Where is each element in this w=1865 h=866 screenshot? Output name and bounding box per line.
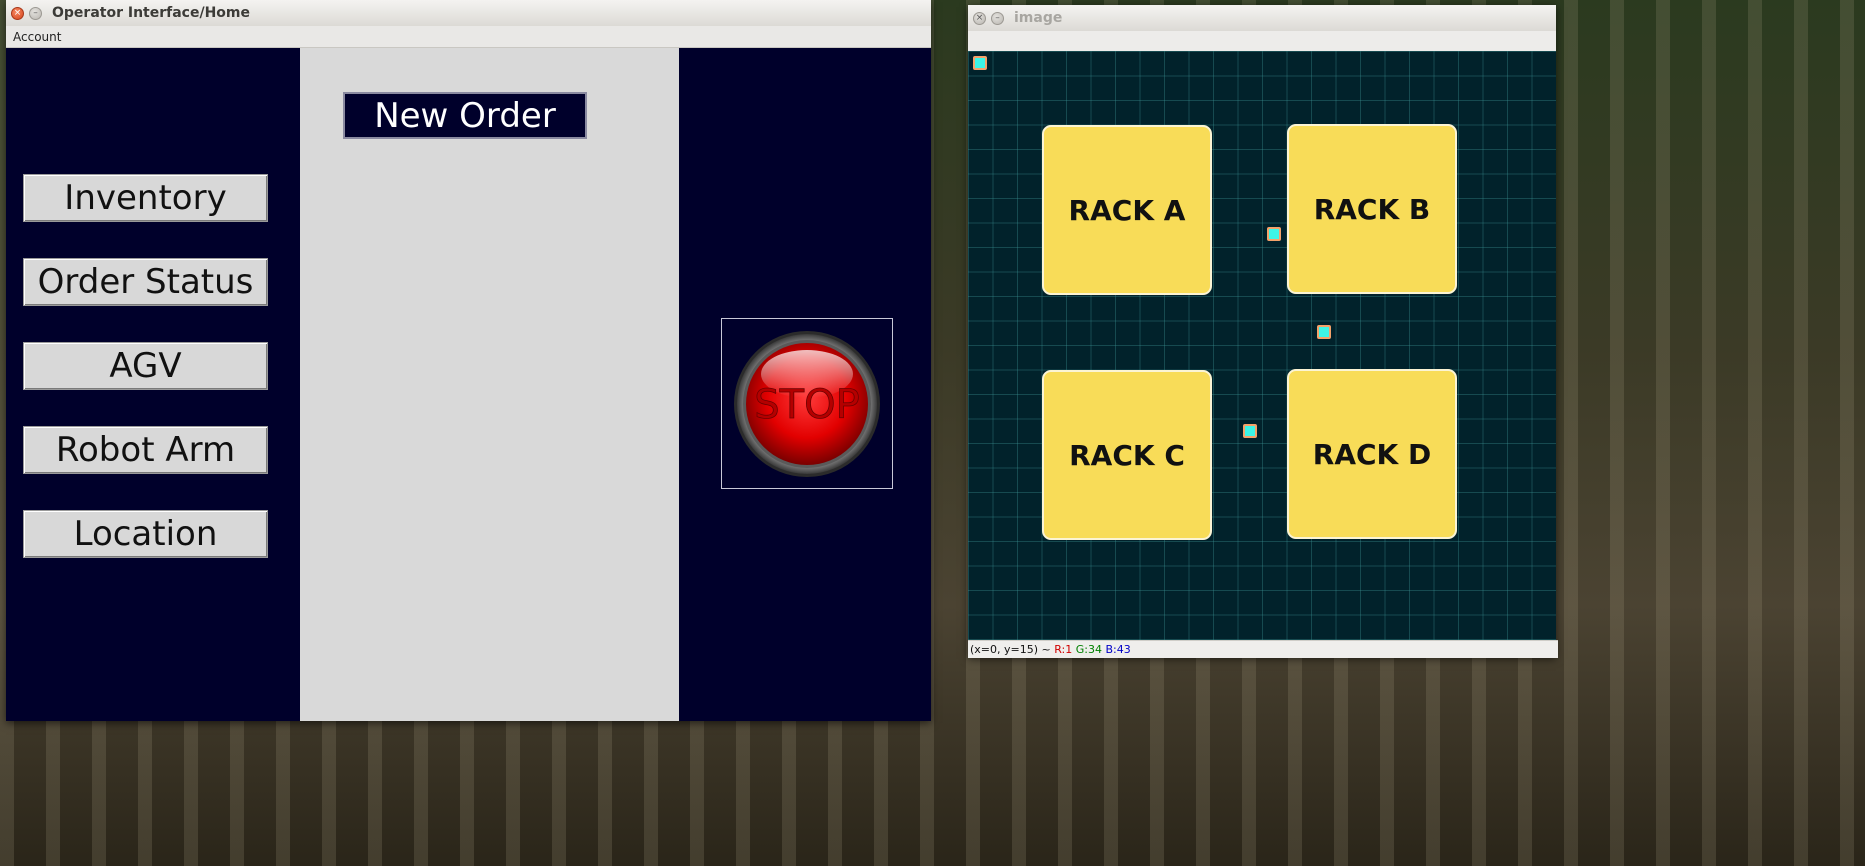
operator-window-titlebar[interactable]: × – Operator Interface/Home xyxy=(6,0,931,27)
menu-bar: Account xyxy=(6,26,931,48)
rack-a: RACK A xyxy=(1042,125,1212,295)
stop-button[interactable]: STOP xyxy=(721,318,893,489)
inventory-button[interactable]: Inventory xyxy=(23,174,268,222)
cursor-coords: (x=0, y=15) ~ xyxy=(970,643,1051,656)
operator-interface-window: × – Operator Interface/Home Account Inve… xyxy=(6,0,931,721)
warehouse-map-canvas[interactable]: RACK A RACK B RACK C RACK D xyxy=(968,51,1556,640)
red-value: R:1 xyxy=(1054,643,1073,656)
agv-marker xyxy=(1267,227,1281,241)
new-order-button[interactable]: New Order xyxy=(343,92,587,139)
image-toolbar xyxy=(968,31,1556,52)
menu-account[interactable]: Account xyxy=(13,30,61,44)
rack-b: RACK B xyxy=(1287,124,1457,294)
location-button[interactable]: Location xyxy=(23,510,268,558)
agv-marker xyxy=(973,56,987,70)
robot-arm-button[interactable]: Robot Arm xyxy=(23,426,268,474)
stop-icon: STOP xyxy=(734,330,880,477)
agv-marker xyxy=(1317,325,1331,339)
image-window: × – image RACK A RACK B RACK C RACK D (x… xyxy=(968,5,1558,658)
pixel-status-bar: (x=0, y=15) ~ R:1 G:34 B:43 xyxy=(968,640,1558,658)
window-title: Operator Interface/Home xyxy=(52,5,250,21)
agv-marker xyxy=(1243,424,1257,438)
minimize-icon[interactable]: – xyxy=(991,11,1004,25)
left-nav-panel: Inventory Order Status AGV Robot Arm Loc… xyxy=(6,48,300,721)
blue-value: B:43 xyxy=(1105,643,1131,656)
agv-button[interactable]: AGV xyxy=(23,342,268,390)
window-title: image xyxy=(1014,10,1063,26)
green-value: G:34 xyxy=(1075,643,1102,656)
stop-label: STOP xyxy=(754,382,859,428)
rack-d: RACK D xyxy=(1287,369,1457,539)
center-panel: New Order xyxy=(300,48,679,721)
close-icon[interactable]: × xyxy=(973,11,986,25)
order-status-button[interactable]: Order Status xyxy=(23,258,268,306)
rack-c: RACK C xyxy=(1042,370,1212,540)
close-icon[interactable]: × xyxy=(11,6,24,20)
image-window-titlebar[interactable]: × – image xyxy=(968,5,1556,32)
minimize-icon[interactable]: – xyxy=(29,6,42,20)
operator-body: Inventory Order Status AGV Robot Arm Loc… xyxy=(6,48,931,721)
right-panel: STOP xyxy=(679,48,931,721)
